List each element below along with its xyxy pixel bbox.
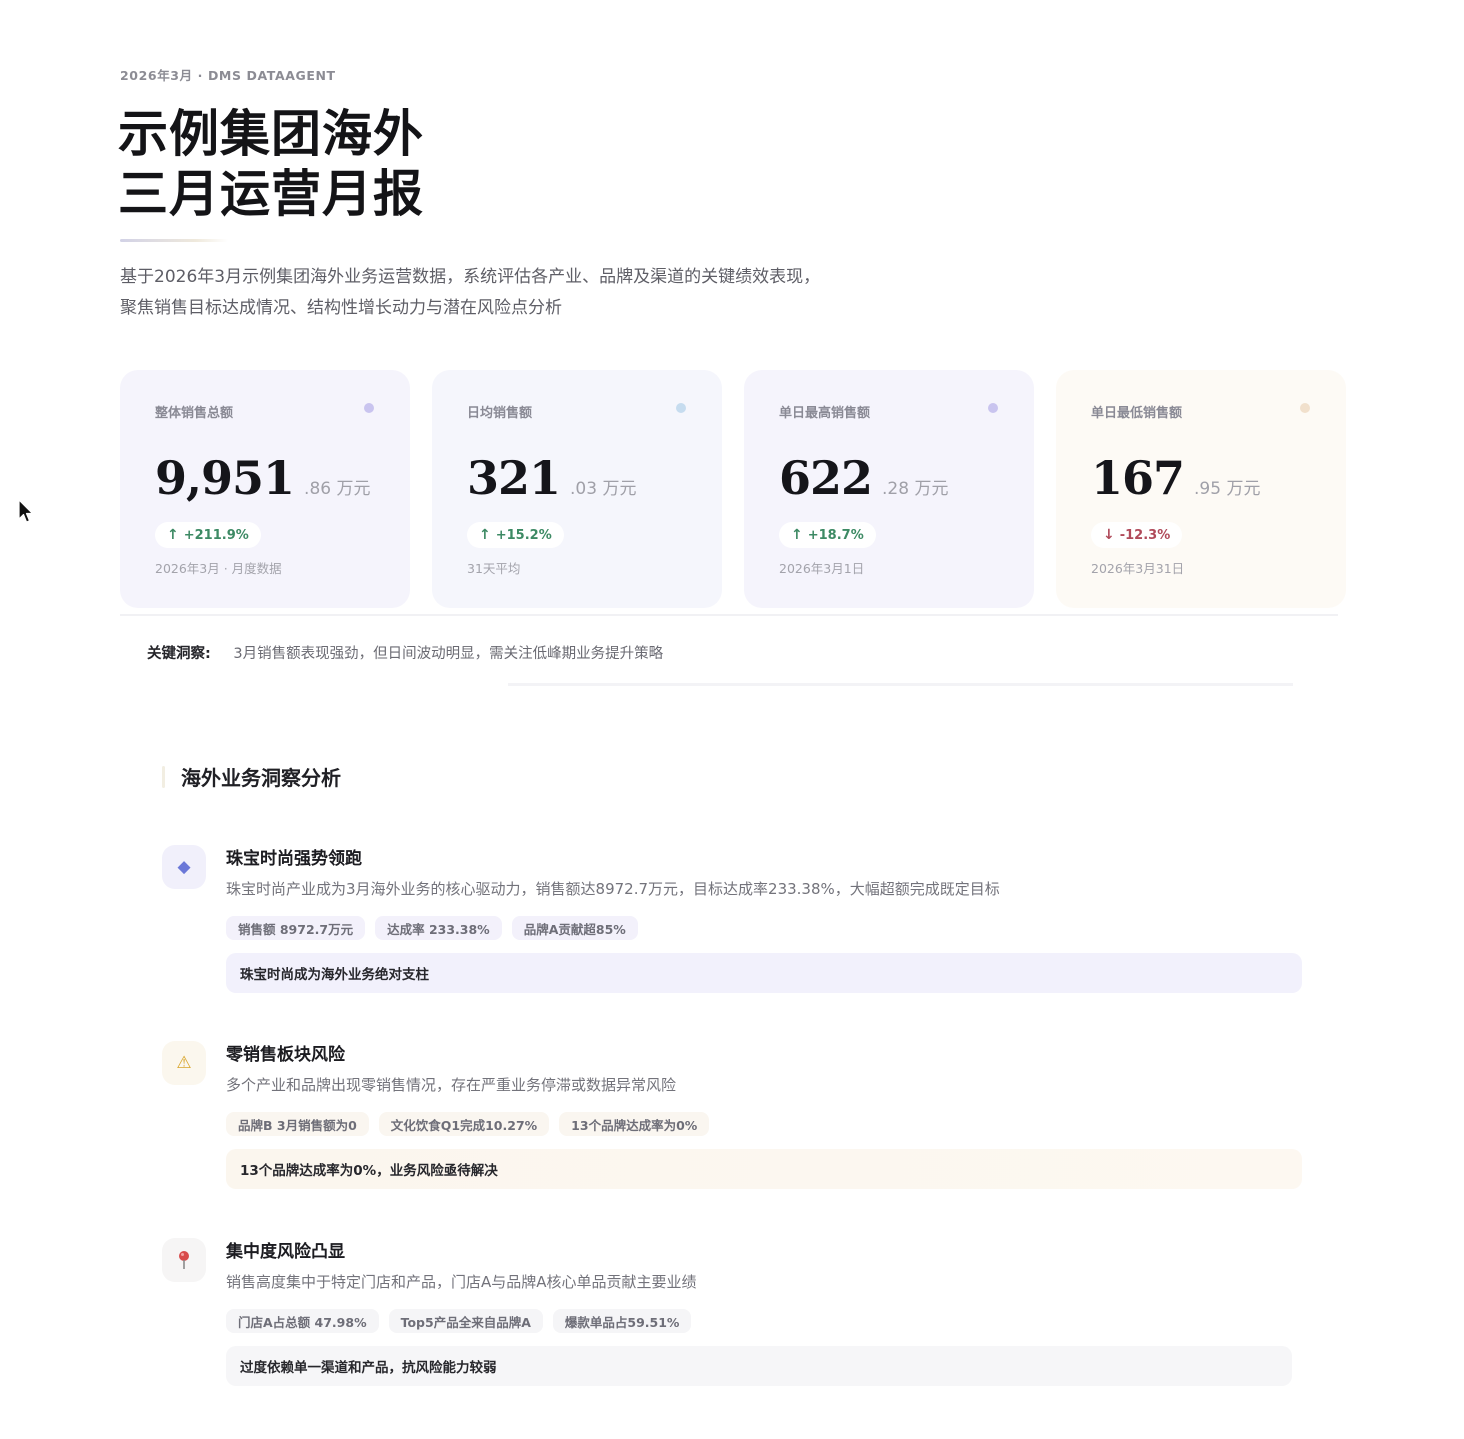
kpi-change-badge: ↑ +15.2% bbox=[467, 522, 564, 548]
kpi-change-value: +211.9% bbox=[183, 527, 249, 543]
metric-tag: 销售额 8972.7万元 bbox=[226, 916, 366, 940]
warning-icon: ⚠ bbox=[162, 1041, 206, 1085]
metric-tag: 品牌B 3月销售额为0 bbox=[226, 1112, 369, 1136]
kpi-subtitle: 2026年3月1日 bbox=[779, 561, 865, 576]
report-intro: 基于2026年3月示例集团海外业务运营数据，系统评估各产业、品牌及渠道的关键绩效… bbox=[120, 262, 940, 324]
card-dot bbox=[676, 403, 686, 413]
kpi-decimal-unit: .95 万元 bbox=[1194, 479, 1261, 499]
arrow-up-icon: ↑ bbox=[167, 527, 179, 543]
insight-item-conclusion: 13个品牌达成率为0%，业务风险亟待解决 bbox=[226, 1149, 1302, 1189]
metric-tag: 达成率 233.38% bbox=[375, 916, 502, 940]
insight-item-tags: 销售额 8972.7万元 达成率 233.38% 品牌A贡献超85% bbox=[226, 916, 1302, 940]
kpi-change-badge: ↓ -12.3% bbox=[1091, 522, 1183, 548]
kpi-change-value: +18.7% bbox=[807, 527, 864, 543]
report-title-line1: 示例集团海外 bbox=[118, 105, 424, 163]
metric-tag: 文化饮食Q1完成10.27% bbox=[378, 1112, 550, 1136]
insight-item-conclusion: 过度依赖单一渠道和产品，抗风险能力较弱 bbox=[226, 1346, 1292, 1386]
kpi-label: 日均销售额 bbox=[467, 406, 533, 421]
kpi-card-total-sales: 整体销售总额 9,951 .86 万元 ↑ +211.9% 2026年3月 · … bbox=[120, 370, 410, 608]
metric-tag: 13个品牌达成率为0% bbox=[559, 1112, 710, 1136]
section-title: 海外业务洞察分析 bbox=[181, 766, 341, 790]
metric-tag: 门店A占总额 47.98% bbox=[226, 1309, 379, 1333]
diamond-icon: ◆ bbox=[162, 845, 206, 889]
insight-item-tags: 品牌B 3月销售额为0 文化饮食Q1完成10.27% 13个品牌达成率为0% bbox=[226, 1112, 1302, 1136]
kpi-value: 9,951 bbox=[155, 451, 295, 505]
insight-item-tags: 门店A占总额 47.98% Top5产品全来自品牌A 爆款单品占59.51% bbox=[226, 1309, 1302, 1333]
kpi-decimal-unit: .86 万元 bbox=[304, 479, 371, 499]
title-underline bbox=[120, 239, 228, 242]
kpi-subtitle: 2026年3月 · 月度数据 bbox=[155, 561, 282, 576]
kpi-subtitle: 2026年3月31日 bbox=[1091, 561, 1185, 576]
pushpin-icon bbox=[162, 1238, 206, 1282]
card-dot bbox=[988, 403, 998, 413]
intro-line2: 聚焦销售目标达成情况、结构性增长动力与潜在风险点分析 bbox=[120, 298, 562, 318]
section-header: 海外业务洞察分析 bbox=[162, 762, 341, 791]
kpi-label: 单日最低销售额 bbox=[1091, 406, 1183, 421]
key-insight: 关键洞察: 3月销售额表现强劲，但日间波动明显，需关注低峰期业务提升策略 bbox=[147, 642, 663, 663]
kpi-card-daily-min: 单日最低销售额 167 .95 万元 ↓ -12.3% 2026年3月31日 bbox=[1056, 370, 1346, 608]
intro-line1: 基于2026年3月示例集团海外业务运营数据，系统评估各产业、品牌及渠道的关键绩效… bbox=[120, 267, 821, 287]
kpi-label: 单日最高销售额 bbox=[779, 406, 871, 421]
arrow-up-icon: ↑ bbox=[791, 527, 803, 543]
kpi-value: 321 bbox=[467, 451, 561, 505]
insight-item-conclusion: 珠宝时尚成为海外业务绝对支柱 bbox=[226, 953, 1302, 993]
card-dot bbox=[1300, 403, 1310, 413]
report-title-line2: 三月运营月报 bbox=[118, 165, 424, 223]
cards-divider bbox=[120, 614, 1338, 616]
kpi-change-badge: ↑ +211.9% bbox=[155, 522, 261, 548]
insight-item-title: 集中度风险凸显 bbox=[226, 1242, 345, 1262]
insight-divider bbox=[508, 683, 1293, 686]
insight-item-title: 珠宝时尚强势领跑 bbox=[226, 849, 362, 869]
card-dot bbox=[364, 403, 374, 413]
pushpin-icon-shape bbox=[179, 1251, 189, 1269]
report-title: 示例集团海外 三月运营月报 bbox=[118, 104, 424, 224]
section-accent-bar bbox=[162, 765, 165, 788]
metric-tag: Top5产品全来自品牌A bbox=[388, 1309, 543, 1333]
kpi-label: 整体销售总额 bbox=[155, 406, 234, 421]
insight-item-desc: 珠宝时尚产业成为3月海外业务的核心驱动力，销售额达8972.7万元，目标达成率2… bbox=[226, 880, 1000, 898]
kpi-value: 167 bbox=[1091, 451, 1185, 505]
kpi-value: 622 bbox=[779, 451, 873, 505]
arrow-up-icon: ↑ bbox=[479, 527, 491, 543]
key-insight-text: 3月销售额表现强劲，但日间波动明显，需关注低峰期业务提升策略 bbox=[233, 646, 664, 662]
mouse-cursor-icon bbox=[18, 499, 34, 523]
kpi-change-value: +15.2% bbox=[495, 527, 552, 543]
report-eyebrow: 2026年3月 · DMS DATAAGENT bbox=[120, 68, 336, 83]
insight-item-desc: 多个产业和品牌出现零销售情况，存在严重业务停滞或数据异常风险 bbox=[226, 1076, 677, 1094]
kpi-card-daily-max: 单日最高销售额 622 .28 万元 ↑ +18.7% 2026年3月1日 bbox=[744, 370, 1034, 608]
key-insight-label: 关键洞察: bbox=[147, 646, 211, 662]
insight-item-desc: 销售高度集中于特定门店和产品，门店A与品牌A核心单品贡献主要业绩 bbox=[226, 1273, 697, 1291]
metric-tag: 品牌A贡献超85% bbox=[511, 916, 638, 940]
kpi-change-value: -12.3% bbox=[1119, 527, 1171, 543]
kpi-change-badge: ↑ +18.7% bbox=[779, 522, 876, 548]
kpi-cards: 整体销售总额 9,951 .86 万元 ↑ +211.9% 2026年3月 · … bbox=[120, 370, 1346, 608]
arrow-down-icon: ↓ bbox=[1103, 527, 1115, 543]
kpi-card-daily-average: 日均销售额 321 .03 万元 ↑ +15.2% 31天平均 bbox=[432, 370, 722, 608]
kpi-subtitle: 31天平均 bbox=[467, 561, 521, 576]
kpi-decimal-unit: .28 万元 bbox=[882, 479, 949, 499]
insight-item-title: 零销售板块风险 bbox=[226, 1045, 345, 1065]
kpi-decimal-unit: .03 万元 bbox=[570, 479, 637, 499]
metric-tag: 爆款单品占59.51% bbox=[552, 1309, 692, 1333]
